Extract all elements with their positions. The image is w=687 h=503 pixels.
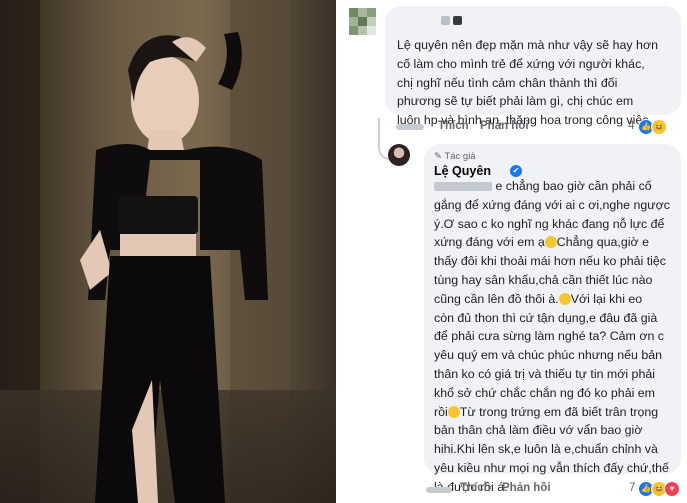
commenter-avatar-pixelated[interactable] (349, 8, 383, 42)
reply-text-c: Với lại khi eo còn đủ thon thì cứ tận dụ… (434, 291, 664, 419)
blurred-name (453, 16, 462, 25)
grin-emoji-icon (544, 236, 557, 249)
sweat-emoji-icon (447, 405, 460, 418)
haha-reaction-icon: 😆 (651, 119, 667, 135)
reaction-count[interactable]: 4 (628, 120, 634, 132)
verified-badge-icon: ✔ (510, 165, 522, 177)
author-name[interactable]: Lệ Quyên (434, 164, 491, 178)
reply-text-d: Từ trong trứng em đã biết trân trọng bản… (434, 404, 669, 494)
blurred-name (441, 16, 450, 25)
like-button[interactable]: Thích (438, 120, 469, 132)
author-pen-icon: ✎ (434, 151, 442, 162)
avatar-pixel (349, 26, 358, 35)
timestamp-blurred (426, 487, 452, 493)
reaction-count[interactable]: 7 (629, 482, 635, 494)
author-tag: ✎ Tác giả (434, 151, 476, 162)
comment-bubble: Lệ quyên nên đẹp mặn mà như vậy sẽ hay h… (385, 6, 681, 127)
avatar-pixel (349, 17, 358, 26)
avatar-pixel (358, 17, 367, 26)
blurred-word (434, 182, 492, 192)
avatar-pixel (358, 8, 367, 17)
avatar-pixel (367, 26, 376, 35)
avatar-pixel (358, 26, 367, 35)
avatar-pixel (367, 17, 376, 26)
photo-illustration (0, 0, 336, 503)
author-tag-label: Tác giả (444, 151, 476, 162)
reply-line1: e chẳng bao giờ cần phải cố (492, 179, 652, 193)
author-avatar[interactable] (388, 144, 410, 166)
avatar-pixel (367, 8, 376, 17)
photo-woman-black-suit (0, 0, 336, 503)
smile-emoji-icon (558, 292, 571, 305)
like-button[interactable]: Thích (460, 482, 491, 494)
love-reaction-icon: ♥ (664, 481, 680, 497)
comment-text: Lệ quyên nên đẹp mặn mà như vậy sẽ hay h… (397, 38, 658, 128)
reply-text: e chẳng bao giờ cần phải cố gắng để xứng… (434, 177, 682, 497)
reply-button[interactable]: Phản hồi (502, 482, 551, 494)
comments-panel: Lệ quyên nên đẹp mặn mà như vậy sẽ hay h… (336, 0, 687, 503)
reply-bubble: ✎ Tác giả Lệ Quyên ✔ e chẳng bao giờ cần… (424, 144, 681, 494)
reply-button[interactable]: Phản hồi (480, 120, 529, 132)
avatar-pixel (349, 8, 358, 17)
